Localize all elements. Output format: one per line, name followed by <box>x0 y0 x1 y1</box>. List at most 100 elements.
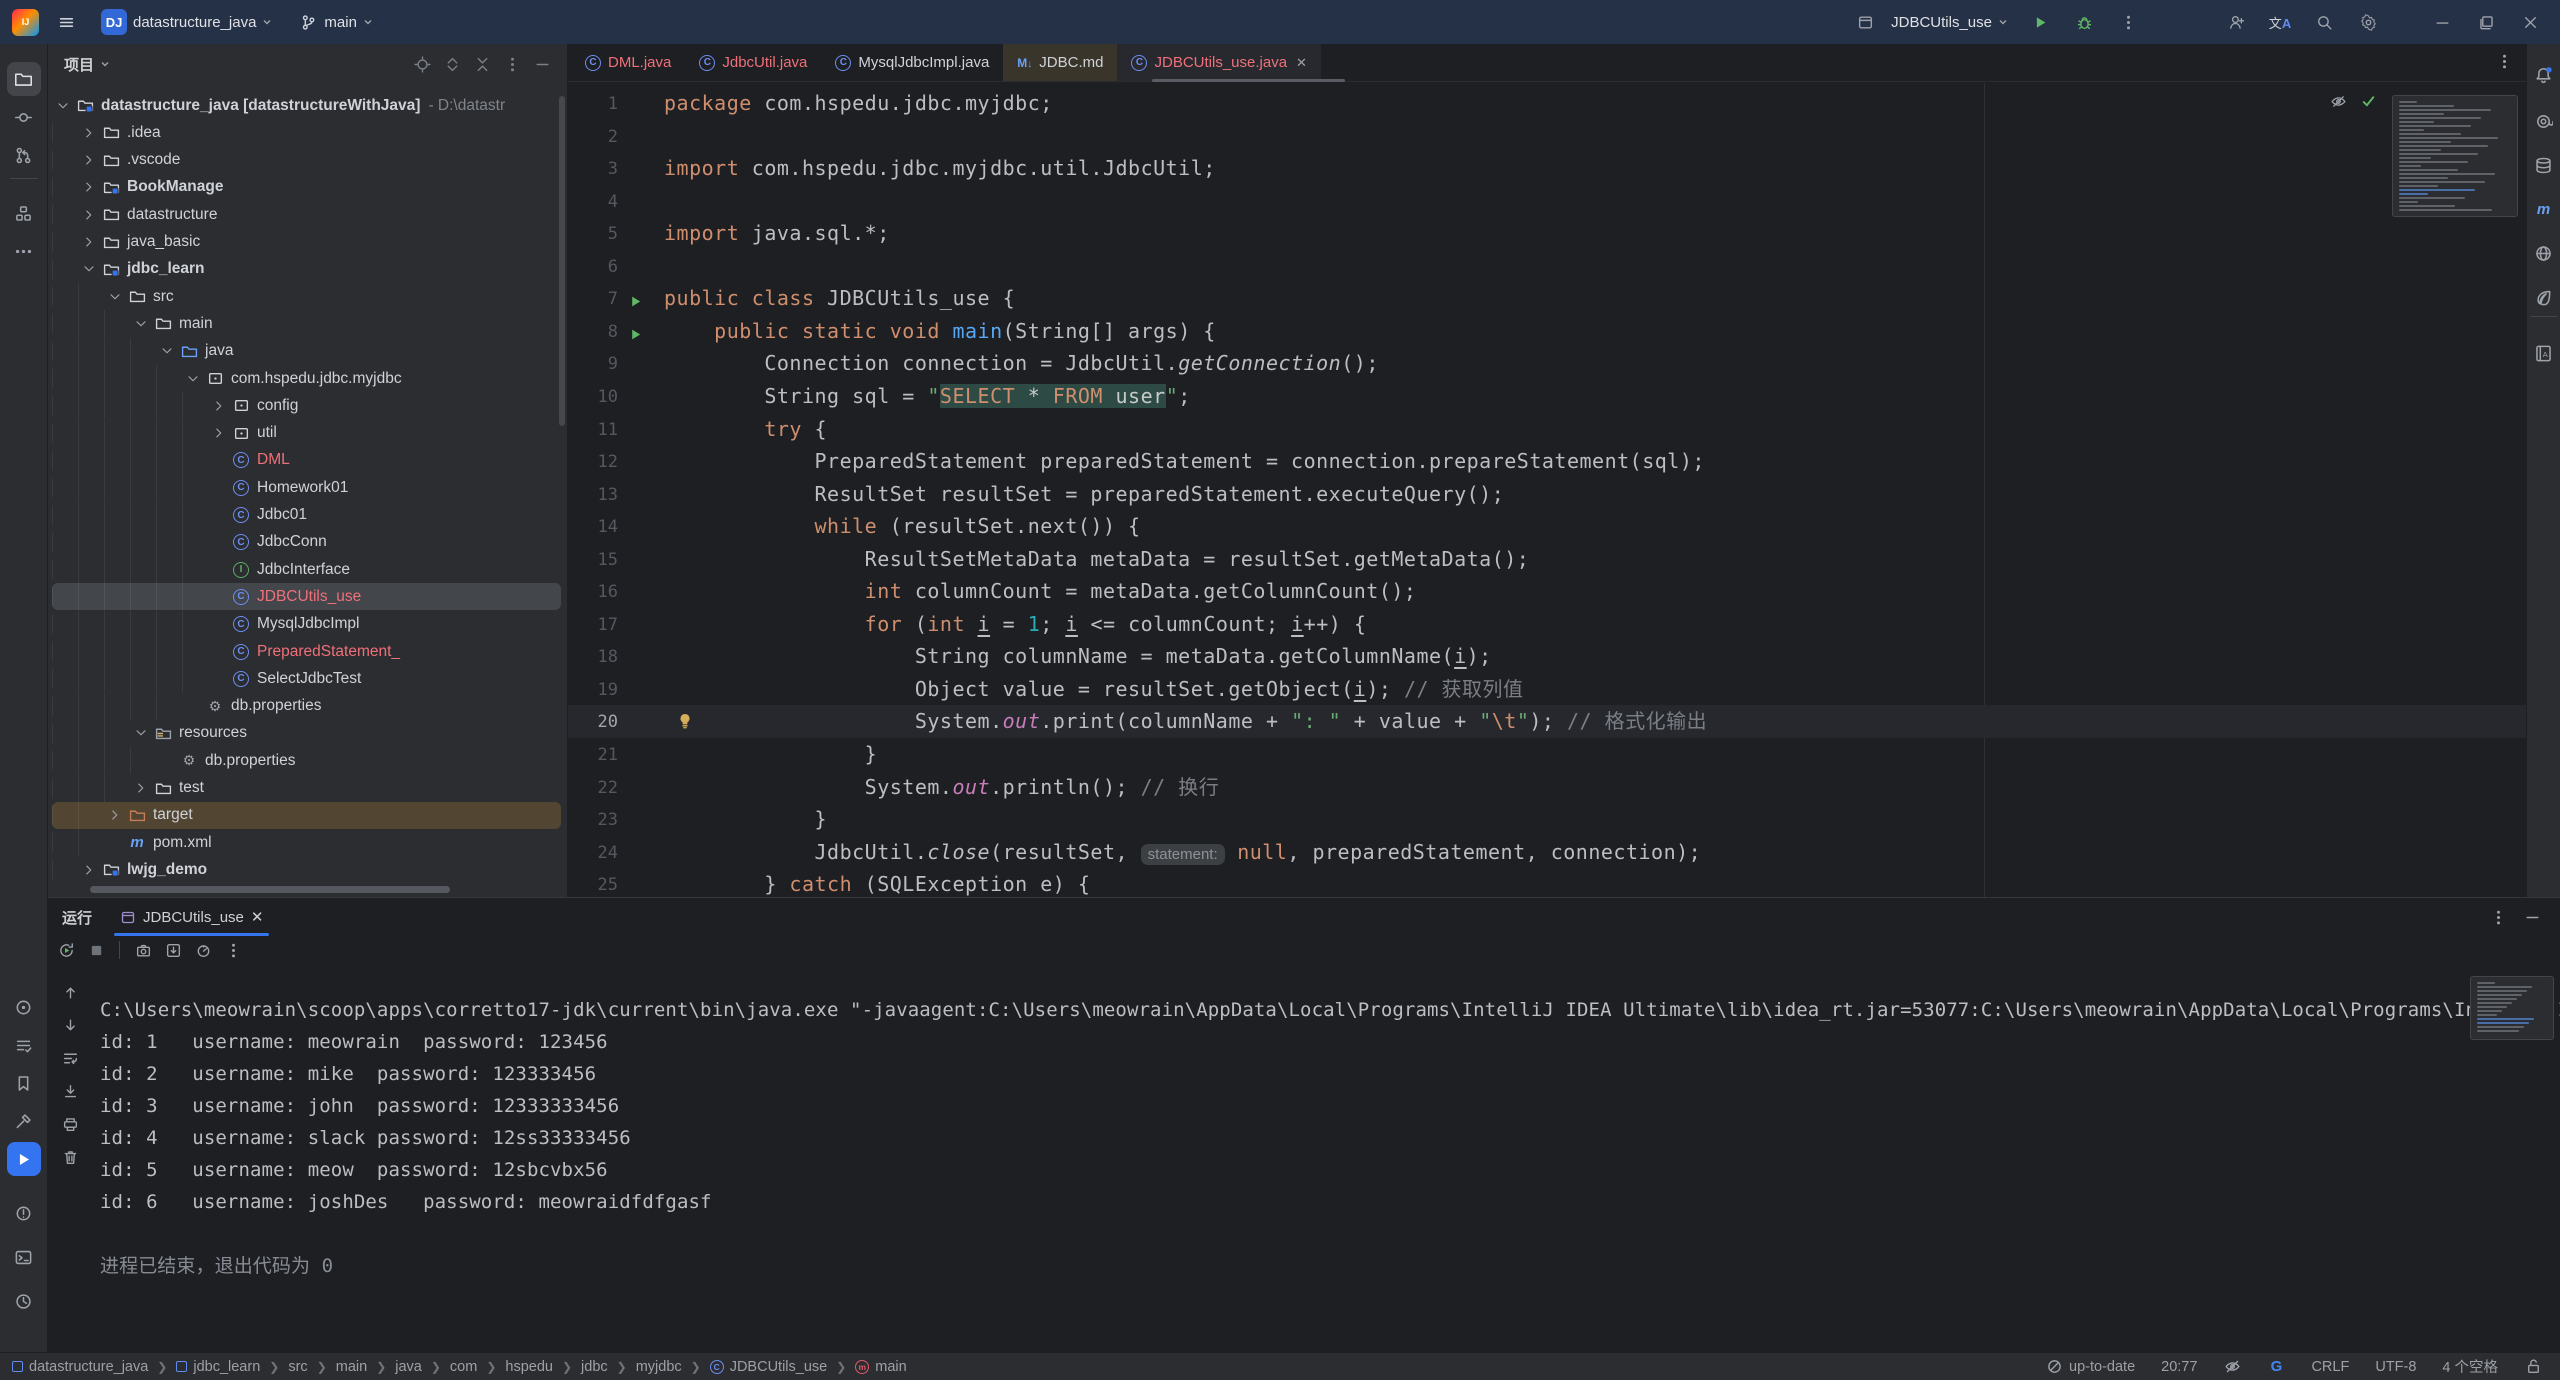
more-icon[interactable] <box>2108 7 2148 37</box>
chevron-right-icon[interactable] <box>78 235 100 249</box>
tree-item-.idea[interactable]: .idea <box>52 119 561 146</box>
breadcrumb-com[interactable]: com <box>450 1359 477 1375</box>
breadcrumb-JDBCUtils_use[interactable]: CJDBCUtils_use <box>710 1359 828 1375</box>
code-editor[interactable]: 1package com.hspedu.jdbc.myjdbc;23import… <box>568 83 2526 897</box>
tree-horizontal-scrollbar[interactable] <box>90 886 450 893</box>
breadcrumb-myjdbc[interactable]: myjdbc <box>636 1359 682 1375</box>
breadcrumb-hspedu[interactable]: hspedu <box>505 1359 553 1375</box>
chevron-right-icon[interactable] <box>78 180 100 194</box>
chevron-right-icon[interactable] <box>78 153 100 167</box>
tree-item-src[interactable]: src <box>52 283 561 310</box>
tool-run[interactable] <box>7 1142 41 1176</box>
expand-all-icon[interactable] <box>437 51 467 77</box>
clear-icon[interactable] <box>60 1147 80 1167</box>
tool-terminal[interactable] <box>7 1240 41 1274</box>
project-widget[interactable]: DJ datastructure_java <box>93 5 280 39</box>
editor-tab-JDBCUtils_use.java[interactable]: CJDBCUtils_use.java✕ <box>1117 44 1320 81</box>
highlight-off-icon[interactable] <box>2328 91 2348 111</box>
tool-database[interactable] <box>2529 148 2559 182</box>
translate-icon[interactable]: 文A <box>2260 7 2300 37</box>
tree-item-pom.xml[interactable]: mpom.xml <box>52 829 561 856</box>
tab-options-icon[interactable] <box>2494 51 2514 71</box>
settings-icon[interactable] <box>2348 7 2388 37</box>
tab-scrollbar[interactable] <box>1152 79 1345 82</box>
breadcrumb-java[interactable]: java <box>395 1359 422 1375</box>
scroll-up-icon[interactable] <box>60 982 80 1002</box>
tool-pull-requests[interactable] <box>7 138 41 172</box>
tree-item-JdbcInterface[interactable]: IJdbcInterface <box>52 556 561 583</box>
hide-icon[interactable] <box>527 51 557 77</box>
status-lock-open[interactable] <box>2524 1358 2542 1376</box>
chevron-down-icon[interactable] <box>130 726 152 740</box>
stop-icon[interactable] <box>86 940 106 960</box>
more-icon[interactable] <box>2488 907 2508 927</box>
tree-item-SelectJdbcTest[interactable]: CSelectJdbcTest <box>52 665 561 692</box>
tree-vertical-scrollbar[interactable] <box>559 96 565 426</box>
status-UTF-8[interactable]: UTF-8 <box>2375 1359 2416 1375</box>
chevron-right-icon[interactable] <box>208 399 230 413</box>
tree-item-JdbcConn[interactable]: CJdbcConn <box>52 529 561 556</box>
status-eye-off[interactable] <box>2223 1358 2241 1376</box>
rerun-icon[interactable] <box>56 940 76 960</box>
tree-item-jdbc_learn[interactable]: jdbc_learn <box>52 256 561 283</box>
close-icon[interactable]: ✕ <box>251 908 264 926</box>
tool-bookmarks[interactable] <box>7 1066 41 1100</box>
run-tab[interactable]: JDBCUtils_use ✕ <box>108 898 275 936</box>
scroll-to-end-icon[interactable] <box>60 1081 80 1101</box>
chevron-right-icon[interactable] <box>104 808 126 822</box>
chevron-down-icon[interactable] <box>78 262 100 276</box>
tool-more-h[interactable] <box>7 234 41 268</box>
play-icon[interactable] <box>2020 7 2060 37</box>
breadcrumb-jdbc[interactable]: jdbc <box>581 1359 608 1375</box>
tool-structure[interactable] <box>7 196 41 230</box>
thread-dump-icon[interactable] <box>133 940 153 960</box>
tree-item-DML[interactable]: CDML <box>52 447 561 474</box>
vcs-widget[interactable]: main <box>290 8 381 36</box>
tool-ai-assistant[interactable] <box>2529 104 2559 138</box>
scroll-down-icon[interactable] <box>60 1015 80 1035</box>
tree-item-com.hspedu.jdbc.myjdbc[interactable]: com.hspedu.jdbc.myjdbc <box>52 365 561 392</box>
collapse-all-icon[interactable] <box>467 51 497 77</box>
tree-item-.vscode[interactable]: .vscode <box>52 147 561 174</box>
tool-problems[interactable] <box>7 1196 41 1230</box>
tree-item-main[interactable]: main <box>52 310 561 337</box>
tree-item-Homework01[interactable]: CHomework01 <box>52 474 561 501</box>
chevron-right-icon[interactable] <box>130 781 152 795</box>
status-4-[interactable]: 4 个空格 <box>2442 1356 2498 1377</box>
status-up-to-date[interactable]: up-to-date <box>2045 1358 2135 1376</box>
tool-project-folder[interactable] <box>7 62 41 96</box>
tree-item-java[interactable]: java <box>52 338 561 365</box>
console-output[interactable]: C:\Users\meowrain\scoop\apps\corretto17-… <box>100 978 2550 1352</box>
maximize-icon[interactable] <box>2466 7 2506 37</box>
tree-item-lwjg_demo[interactable]: lwjg_demo <box>52 856 561 883</box>
tool-maven[interactable]: m <box>2529 192 2559 226</box>
tree-item-target[interactable]: target <box>52 802 561 829</box>
search-icon[interactable] <box>2304 7 2344 37</box>
chevron-down-icon[interactable] <box>156 344 178 358</box>
chevron-down-icon[interactable] <box>182 372 204 386</box>
tool-services[interactable] <box>7 990 41 1024</box>
status-google[interactable]: G <box>2267 1358 2285 1376</box>
close-icon[interactable] <box>2510 7 2550 37</box>
main-menu-icon[interactable] <box>49 7 83 37</box>
chevron-down-icon[interactable] <box>52 99 74 113</box>
chevron-right-icon[interactable] <box>78 863 100 877</box>
tree-item-BookManage[interactable]: BookManage <box>52 174 561 201</box>
more-icon[interactable] <box>223 940 243 960</box>
tree-item-PreparedStatement_[interactable]: CPreparedStatement_ <box>52 638 561 665</box>
chevron-right-icon[interactable] <box>208 426 230 440</box>
tree-item-db.properties[interactable]: ⚙db.properties <box>52 747 561 774</box>
soft-wrap-icon[interactable] <box>60 1048 80 1068</box>
tool-todo[interactable] <box>7 1028 41 1062</box>
minimize-icon[interactable] <box>2422 7 2462 37</box>
breadcrumb-datastructure_java[interactable]: datastructure_java <box>12 1359 148 1375</box>
tree-item-config[interactable]: config <box>52 392 561 419</box>
run-config-widget[interactable]: JDBCUtils_use <box>1837 3 2016 41</box>
editor-tab-JdbcUtil.java[interactable]: CJdbcUtil.java <box>685 44 821 81</box>
debug-icon[interactable] <box>2064 7 2104 37</box>
locate-icon[interactable] <box>407 51 437 77</box>
tool-persistence[interactable] <box>2529 280 2559 314</box>
tree-item-test[interactable]: test <box>52 775 561 802</box>
tool-build[interactable] <box>7 1104 41 1138</box>
editor-tab-MysqlJdbcImpl.java[interactable]: CMysqlJdbcImpl.java <box>821 44 1003 81</box>
